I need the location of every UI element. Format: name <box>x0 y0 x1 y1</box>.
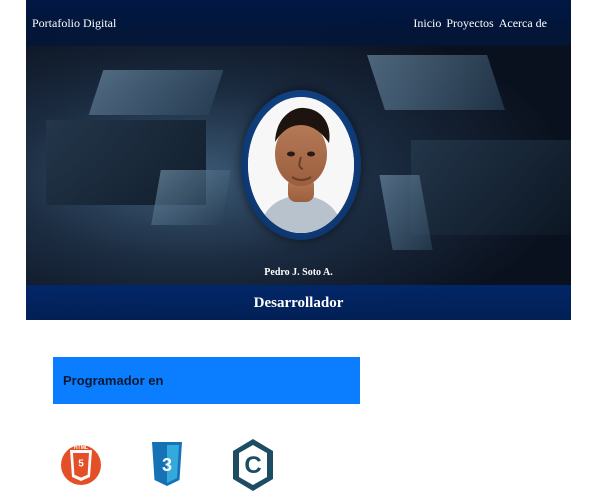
background-block <box>88 70 224 115</box>
skills-title: Programador en <box>63 373 164 388</box>
hero-banner: Portafolio Digital Inicio Proyectos Acer… <box>26 0 571 320</box>
top-navbar: Portafolio Digital Inicio Proyectos Acer… <box>26 0 571 46</box>
background-block <box>367 55 505 110</box>
skills-title-box: Programador en <box>53 357 360 404</box>
avatar-frame <box>241 90 361 240</box>
profile-photo-icon <box>248 97 354 233</box>
css3-icon: 3 <box>144 436 190 494</box>
svg-text:5: 5 <box>78 459 84 470</box>
profile-name: Pedro J. Soto A. <box>264 267 333 278</box>
brand-title[interactable]: Portafolio Digital <box>32 16 116 31</box>
role-bar: Desarrollador <box>26 285 571 320</box>
profile-role: Desarrollador <box>253 295 344 311</box>
background-block <box>411 140 571 235</box>
nav-proyectos[interactable]: Proyectos <box>446 16 493 31</box>
c-language-icon: C <box>230 436 276 494</box>
main-nav: Inicio Proyectos Acerca de <box>413 16 547 31</box>
svg-text:3: 3 <box>162 455 172 475</box>
nav-acerca-de[interactable]: Acerca de <box>499 16 547 31</box>
nav-inicio[interactable]: Inicio <box>413 16 441 31</box>
html5-icon: 5 HTML <box>58 436 104 494</box>
avatar <box>248 97 354 233</box>
svg-text:HTML: HTML <box>74 445 88 451</box>
skills-icons: 5 HTML 3 C <box>58 436 276 494</box>
svg-text:C: C <box>244 452 261 479</box>
background-block <box>151 170 231 225</box>
